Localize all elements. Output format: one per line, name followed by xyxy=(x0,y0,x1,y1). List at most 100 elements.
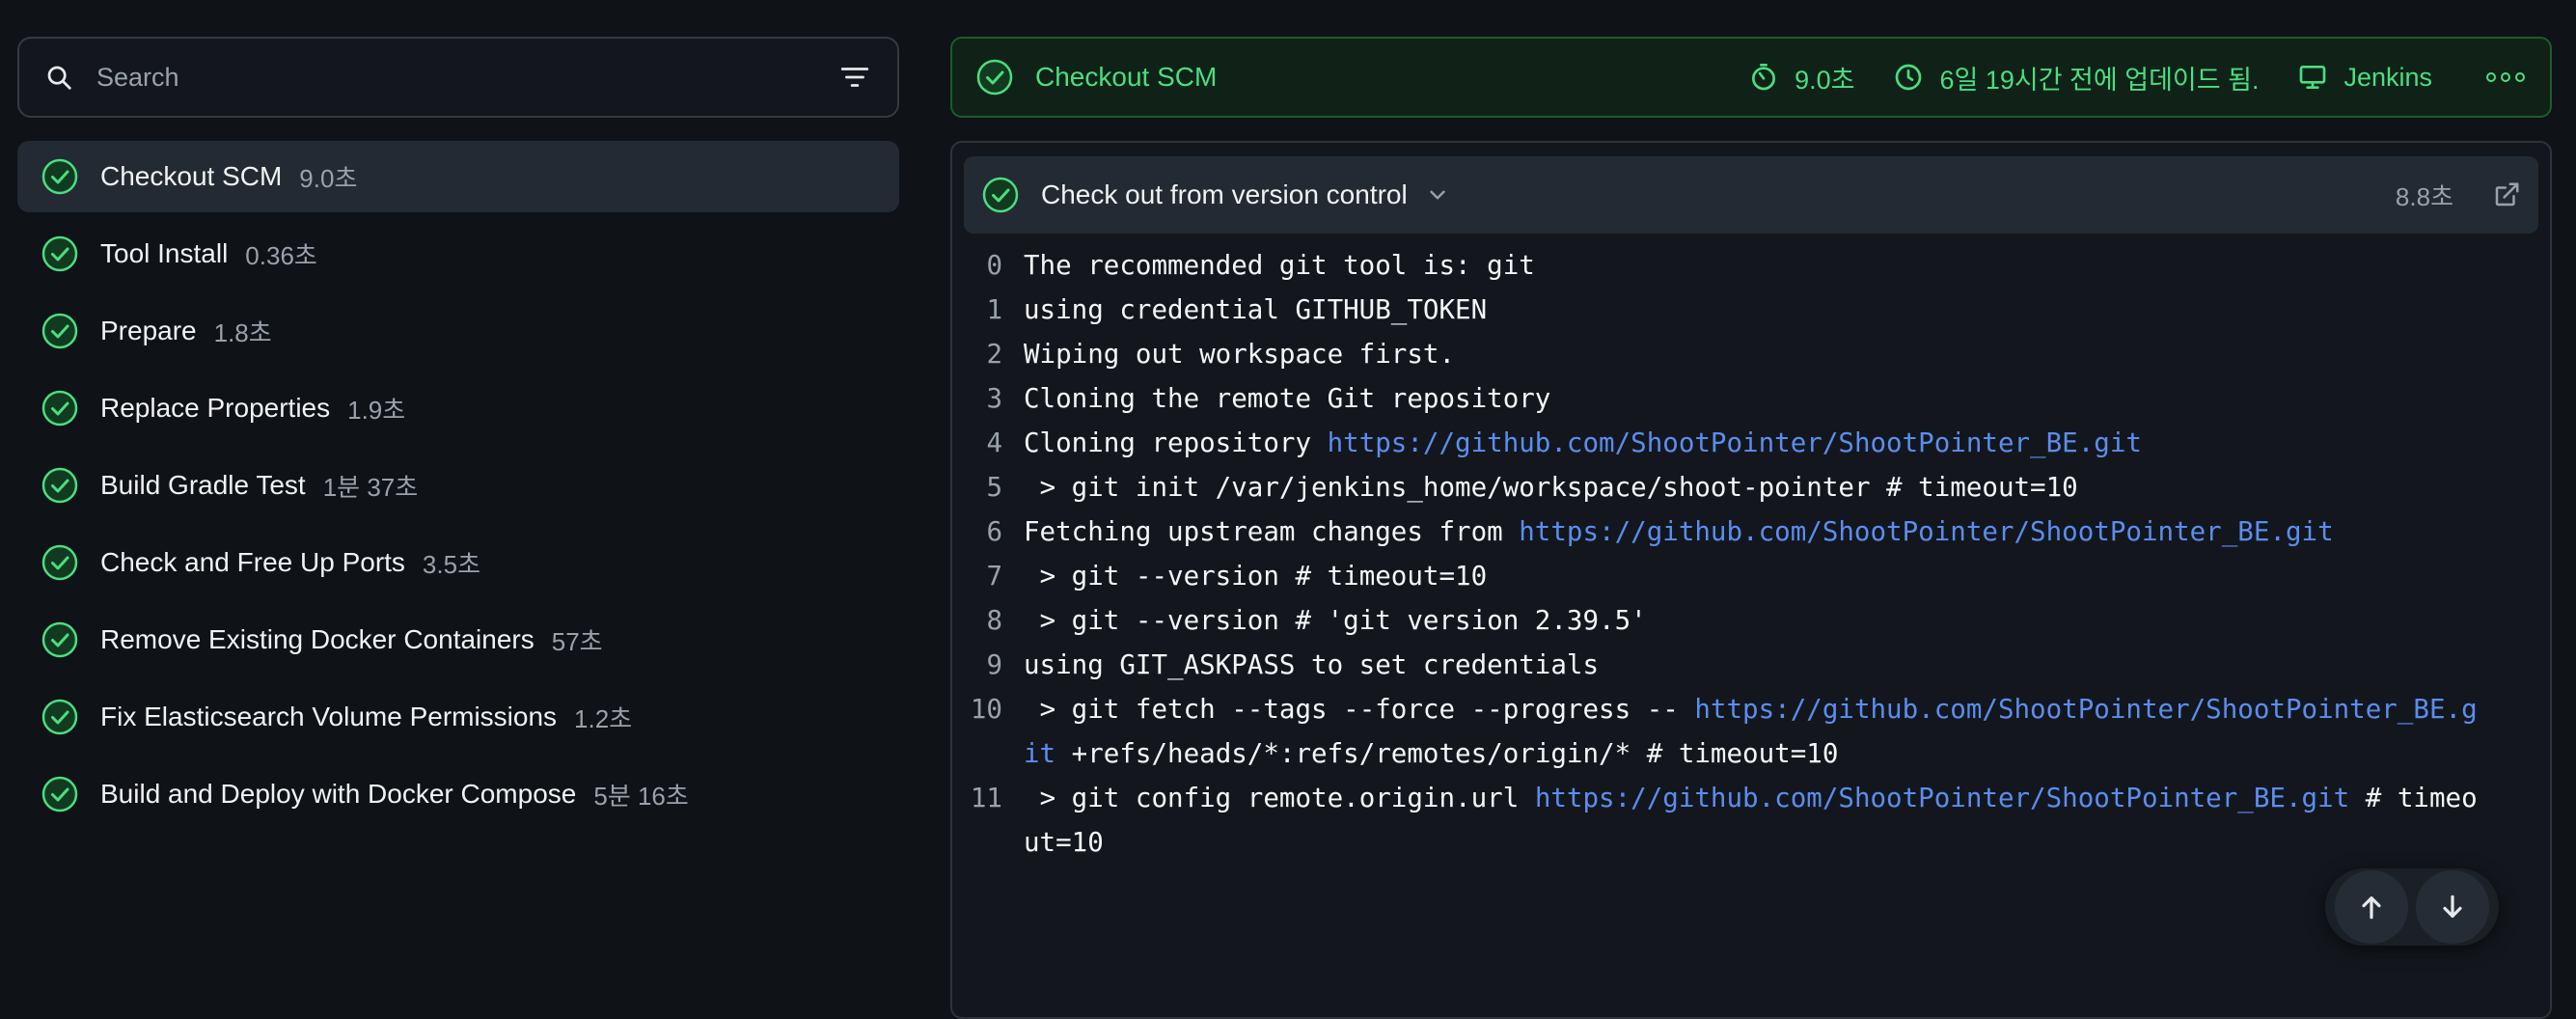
log-segment: > git init /var/jenkins_home/workspace/s… xyxy=(1024,472,2078,503)
stage-agent[interactable]: Jenkins xyxy=(2297,62,2432,93)
log-text: > git init /var/jenkins_home/workspace/s… xyxy=(1024,465,2490,510)
log-segment: Cloning the remote Git repository xyxy=(1024,383,1551,414)
stage-name: Remove Existing Docker Containers xyxy=(100,624,534,654)
log-line: 4 Cloning repository https://github.com/S… xyxy=(952,421,2550,465)
log-text: > git config remote.origin.url https://g… xyxy=(1024,776,2490,865)
stage-duration: 0.36초 xyxy=(245,240,317,270)
stage-title: Checkout SCM xyxy=(1035,62,1218,92)
log-line: 8 > git --version # 'git version 2.39.5' xyxy=(952,598,2550,643)
log-line: 6 Fetching upstream changes from https://… xyxy=(952,510,2550,554)
search-icon xyxy=(42,61,75,94)
log-segment: > git fetch --tags --force --progress -- xyxy=(1024,694,1695,725)
log-text: > git --version # timeout=10 xyxy=(1024,554,2490,598)
stage-duration: 5분 16초 xyxy=(593,781,689,811)
stage-item[interactable]: Replace Properties 1.9초 xyxy=(17,372,899,444)
log-line: 7 > git --version # timeout=10 xyxy=(952,554,2550,598)
filter-icon[interactable] xyxy=(836,58,874,96)
console-log: 0 The recommended git tool is: git 1 using … xyxy=(952,234,2550,865)
log-segment: > git --version # timeout=10 xyxy=(1024,561,1488,592)
log-text: using GIT_ASKPASS to set credentials xyxy=(1024,643,2490,687)
log-panel: Check out from version control 8.8초 0 The… xyxy=(950,141,2552,1019)
log-link[interactable]: https://github.com/ShootPointer/ShootPoi… xyxy=(1328,427,2142,458)
log-line: 2 Wiping out workspace first. xyxy=(952,332,2550,376)
log-segment: using GIT_ASKPASS to set credentials xyxy=(1024,649,1600,680)
check-circle-icon xyxy=(41,698,79,736)
log-segment: Cloning repository xyxy=(1024,427,1328,458)
external-link-icon[interactable] xyxy=(2492,180,2521,209)
check-circle-icon xyxy=(41,312,79,350)
stage-duration: 57초 xyxy=(551,626,603,656)
stage-duration: 9.0초 xyxy=(1748,59,1854,96)
check-circle-icon xyxy=(41,466,79,505)
arrow-down-icon xyxy=(2443,895,2462,918)
check-circle-icon xyxy=(975,58,1014,96)
log-line: 10 > git fetch --tags --force --progress… xyxy=(952,687,2550,776)
log-text: The recommended git tool is: git xyxy=(1024,243,2490,288)
search-input[interactable] xyxy=(96,62,836,93)
arrow-up-icon xyxy=(2362,896,2381,920)
scroll-down-button[interactable] xyxy=(2416,870,2489,944)
stage-duration: 1.2초 xyxy=(574,703,633,733)
stage-updated-value: 6일 19시간 전에 업데이드 됨. xyxy=(1939,65,2260,95)
scroll-up-button[interactable] xyxy=(2335,870,2408,944)
line-number: 4 xyxy=(986,427,1002,458)
log-segment: > git --version # 'git version 2.39.5' xyxy=(1024,605,1647,636)
chevron-down-icon[interactable] xyxy=(1425,182,1450,207)
log-link[interactable]: https://github.com/ShootPointer/ShootPoi… xyxy=(1519,516,2333,547)
stage-item[interactable]: Tool Install 0.36초 xyxy=(17,218,899,289)
stage-duration: 1분 37초 xyxy=(322,472,419,502)
check-circle-icon xyxy=(41,775,79,813)
log-segment: using credential GITHUB_TOKEN xyxy=(1024,294,1488,325)
stage-item[interactable]: Build and Deploy with Docker Compose 5분 1… xyxy=(17,758,899,830)
check-circle-icon xyxy=(41,620,79,659)
log-line: 11 > git config remote.origin.url https:… xyxy=(952,776,2550,865)
more-icon[interactable] xyxy=(2484,70,2527,84)
clock-icon xyxy=(1896,64,1922,91)
stage-name: Tool Install xyxy=(100,238,229,268)
stage-agent-value: Jenkins xyxy=(2343,62,2432,92)
stage-name: Fix Elasticsearch Volume Permissions xyxy=(100,702,558,731)
log-link[interactable]: https://github.com/ShootPointer/ShootPoi… xyxy=(1535,783,2349,813)
check-circle-icon xyxy=(41,389,79,427)
log-segment: Wiping out workspace first. xyxy=(1024,339,1456,370)
scroll-controls xyxy=(2325,868,2499,946)
stage-duration: 3.5초 xyxy=(422,549,480,579)
search-box[interactable] xyxy=(17,37,899,118)
line-number: 3 xyxy=(986,383,1002,414)
step-duration: 8.8초 xyxy=(2395,181,2453,211)
log-text: > git --version # 'git version 2.39.5' xyxy=(1024,598,2490,643)
step-header[interactable]: Check out from version control 8.8초 xyxy=(964,156,2538,234)
line-number: 0 xyxy=(986,250,1002,281)
log-segment: +refs/heads/*:refs/remotes/origin/* # ti… xyxy=(1055,738,1839,769)
stage-item[interactable]: Fix Elasticsearch Volume Permissions 1.2초 xyxy=(17,681,899,753)
stage-item[interactable]: Build Gradle Test 1분 37초 xyxy=(17,450,899,521)
line-number: 2 xyxy=(986,339,1002,370)
line-number: 1 xyxy=(986,294,1002,325)
log-text: Fetching upstream changes from https://g… xyxy=(1024,510,2490,554)
line-number: 5 xyxy=(986,472,1002,503)
stage-list: Checkout SCM 9.0초 Tool Install 0.36초 Prepare… xyxy=(17,141,899,830)
timer-icon xyxy=(1752,64,1776,91)
stage-duration: 1.8초 xyxy=(213,317,272,347)
stage-name: Build and Deploy with Docker Compose xyxy=(100,779,577,809)
stage-duration-value: 9.0초 xyxy=(1795,65,1855,95)
stage-name: Checkout SCM xyxy=(100,161,283,191)
log-segment: Fetching upstream changes from xyxy=(1024,516,1520,547)
stage-sidebar: Checkout SCM 9.0초 Tool Install 0.36초 Prepare… xyxy=(17,37,899,836)
check-circle-icon xyxy=(41,543,79,582)
stage-item[interactable]: Checkout SCM 9.0초 xyxy=(17,141,899,212)
stage-updated: 6일 19시간 전에 업데이드 됨. xyxy=(1893,59,2259,96)
stage-header: Checkout SCM 9.0초 6일 19시간 전에 업데이드 됨. Jen… xyxy=(950,37,2552,118)
stage-name: Check and Free Up Ports xyxy=(100,547,405,577)
stage-item[interactable]: Check and Free Up Ports 3.5초 xyxy=(17,527,899,598)
log-text: Wiping out workspace first. xyxy=(1024,332,2490,376)
stage-item[interactable]: Remove Existing Docker Containers 57초 xyxy=(17,604,899,675)
log-line: 9 using GIT_ASKPASS to set credentials xyxy=(952,643,2550,687)
log-line: 1 using credential GITHUB_TOKEN xyxy=(952,288,2550,332)
log-line: 3 Cloning the remote Git repository xyxy=(952,376,2550,421)
stage-name: Prepare xyxy=(100,316,197,345)
line-number: 11 xyxy=(970,783,1002,813)
stage-name: Replace Properties xyxy=(100,393,331,423)
stage-item[interactable]: Prepare 1.8초 xyxy=(17,295,899,367)
step-title: Check out from version control xyxy=(1041,179,1408,209)
